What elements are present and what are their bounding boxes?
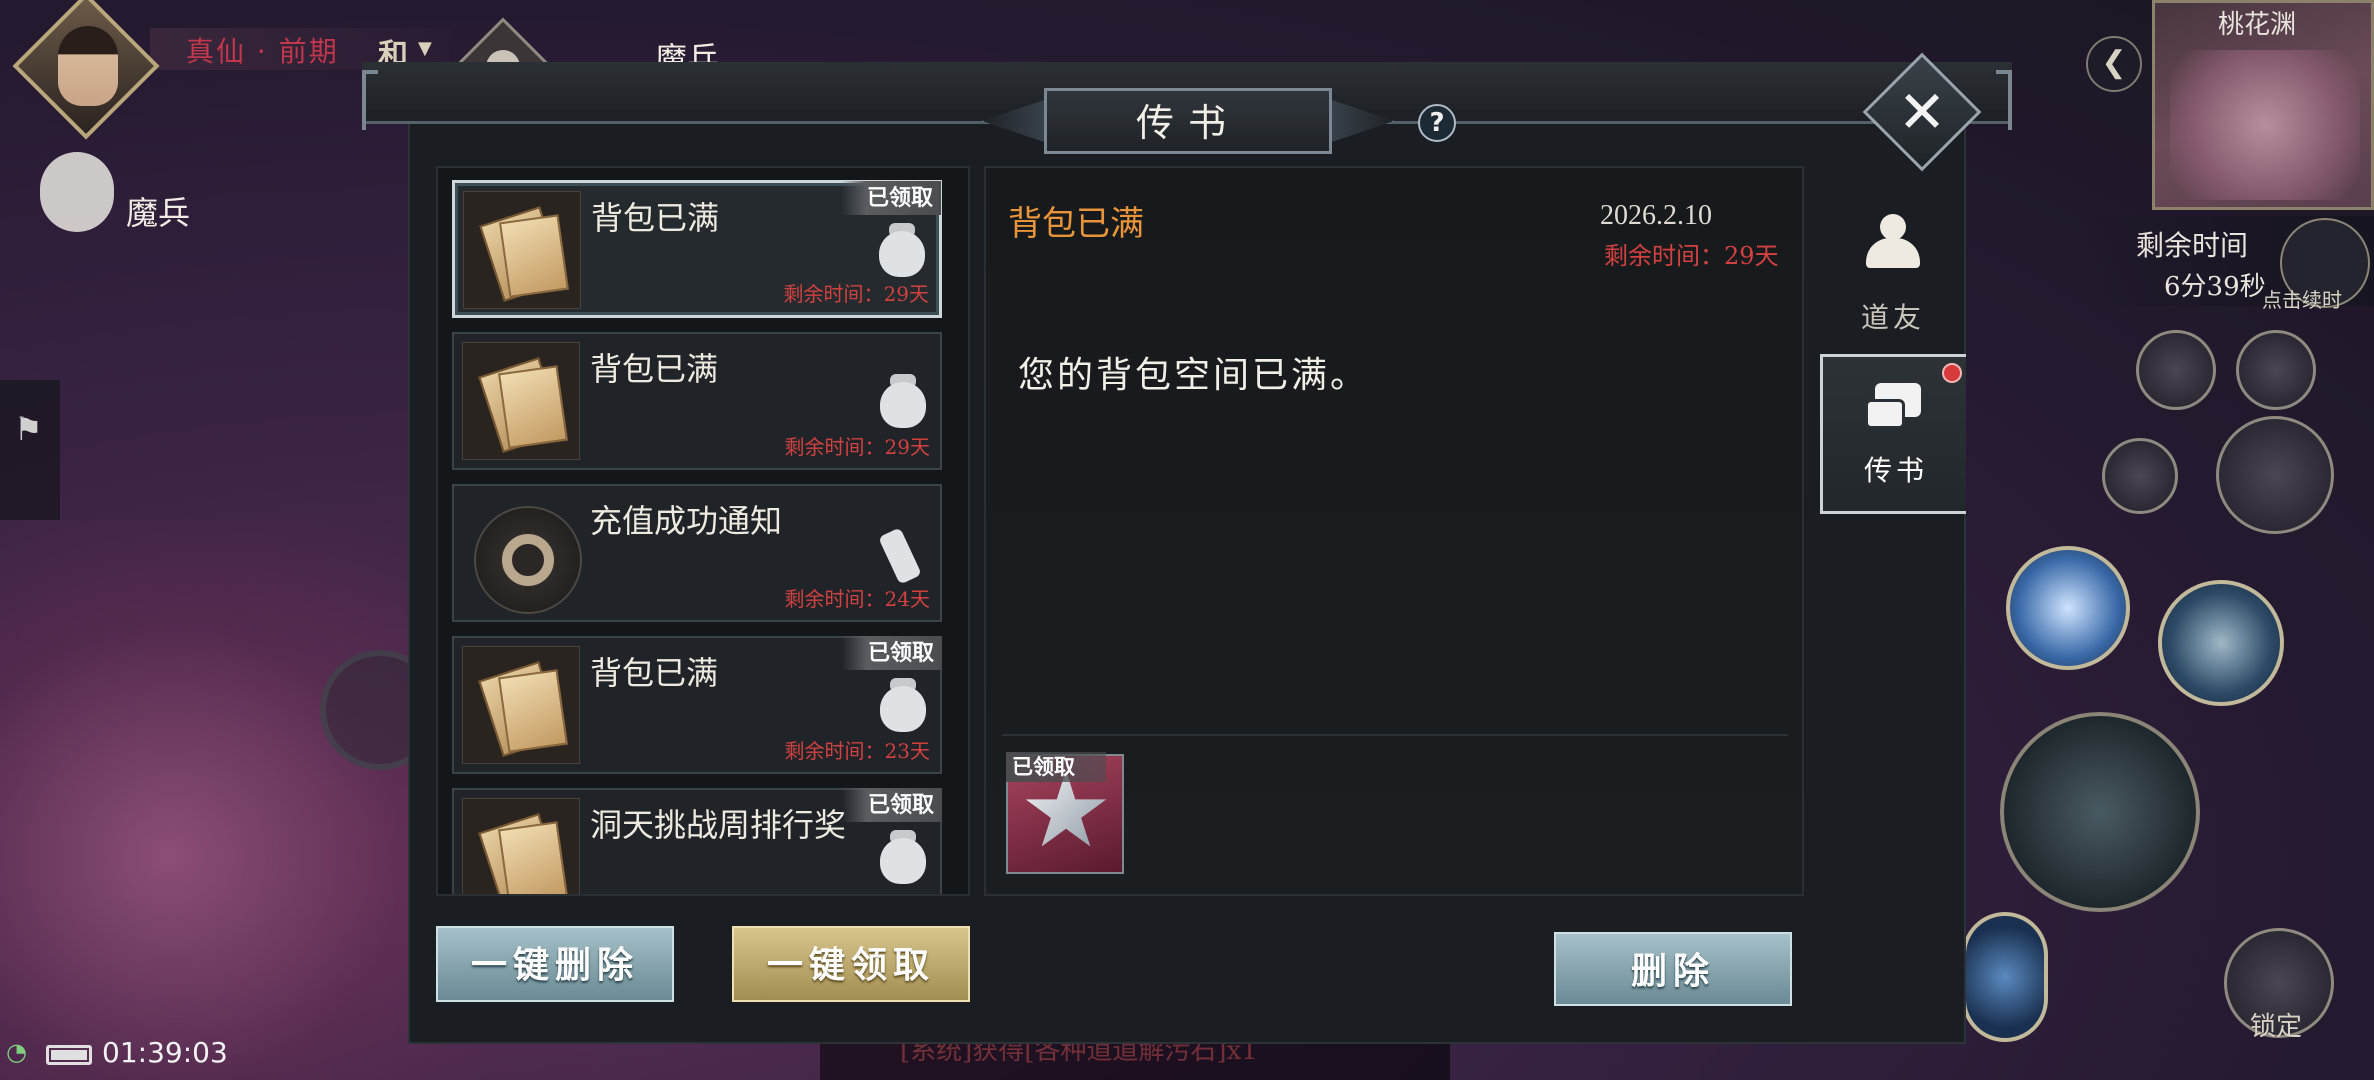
minimap-terrain	[2170, 50, 2360, 200]
letter-icon	[462, 646, 580, 764]
claimed-badge: 已领取	[842, 788, 942, 822]
side-panel-tab[interactable]	[0, 380, 60, 520]
tab-chuanshu-label: 传书	[1863, 454, 1928, 487]
detail-date: 2026.2.10	[1600, 200, 1712, 231]
sword-attack-icon[interactable]	[2000, 712, 2200, 912]
mail-list[interactable]: 背包已满 已领取 剩余时间：29天 背包已满 剩余时间：29天 充值成功通知 剩…	[436, 166, 970, 896]
bag-icon	[874, 830, 930, 886]
flag-icon: ⚑	[14, 410, 43, 448]
reward-claimed-badge: 已领取	[1006, 752, 1106, 782]
close-icon[interactable]: ✕	[1880, 70, 1964, 154]
bag-shortcut-icon[interactable]	[2136, 330, 2216, 410]
mail-item[interactable]: 充值成功通知 剩余时间：24天	[452, 484, 942, 622]
mail-title: 充值成功通知	[590, 502, 783, 540]
mail-title: 背包已满	[591, 199, 720, 237]
mail-item[interactable]: 背包已满 已领取 剩余时间：29天	[452, 180, 942, 318]
letter-icon	[462, 798, 580, 894]
tab-daoyou-label: 道友	[1860, 301, 1925, 334]
detail-divider	[1002, 734, 1788, 736]
clock: 01:39:03	[102, 1036, 228, 1069]
water-skill-icon[interactable]	[1962, 912, 2048, 1042]
claimed-badge: 已领取	[842, 636, 942, 670]
help-button[interactable]: ?	[1418, 104, 1456, 142]
minimap-title: 桃花渊	[2218, 10, 2297, 40]
mail-title: 背包已满	[590, 654, 719, 692]
claimed-badge: 已领取	[841, 181, 941, 215]
mail-remaining-time: 剩余时间：29天	[783, 282, 929, 306]
claim-all-button[interactable]: 一键领取	[732, 926, 970, 1002]
mail-title: 背包已满	[590, 350, 719, 388]
mail-title: 洞天挑战周排行奖	[590, 806, 847, 844]
tab-daoyou[interactable]: 道友	[1820, 186, 1966, 346]
mail-item[interactable]: 背包已满 剩余时间：29天	[452, 332, 942, 470]
wifi-icon: ◔	[6, 1038, 27, 1066]
chevron-down-icon[interactable]: ▼	[418, 38, 432, 59]
scroll-icon	[874, 526, 930, 585]
player-avatar[interactable]	[12, 0, 160, 140]
collapse-button[interactable]: ❮	[2086, 36, 2142, 92]
mail-remaining-time: 剩余时间：29天	[784, 435, 930, 459]
timer-label: 剩余时间	[2136, 229, 2249, 262]
lock-label: 锁定	[2250, 1012, 2303, 1042]
chat-bubble-icon	[1865, 377, 1927, 439]
spiral-skill-icon[interactable]	[2236, 330, 2316, 410]
person-icon	[1862, 208, 1924, 270]
chain-skill-icon[interactable]	[2158, 580, 2284, 706]
mail-remaining-time: 剩余时间：24天	[784, 587, 930, 611]
bag-icon	[874, 374, 930, 430]
avatar-portrait	[58, 26, 118, 106]
letter-icon	[462, 342, 580, 460]
mail-remaining-time: 剩余时间：23天	[784, 739, 930, 763]
extend-time-label: 点击续时	[2262, 288, 2342, 312]
mail-item[interactable]: 洞天挑战周排行奖 已领取	[452, 788, 942, 894]
detail-body: 您的背包空间已满。	[1018, 355, 1370, 396]
header-ornament-left	[362, 70, 378, 130]
notification-dot	[1942, 363, 1962, 383]
pet-icon[interactable]	[40, 152, 114, 232]
header-ornament-right	[1996, 70, 2012, 130]
realm-label: 真仙 · 前期	[186, 35, 339, 68]
tab-chuanshu[interactable]: 传书	[1820, 354, 1966, 514]
battery-level	[51, 1050, 87, 1060]
ice-skill-icon[interactable]	[2006, 546, 2130, 670]
delete-all-button[interactable]: 一键删除	[436, 926, 674, 1002]
timer-value: 6分39秒	[2164, 272, 2266, 302]
chevron-left-icon[interactable]	[2102, 438, 2178, 514]
dialog-title: 传书	[1135, 101, 1240, 145]
mail-item[interactable]: 背包已满 已领取 剩余时间：23天	[452, 636, 942, 774]
detail-title: 背包已满	[1008, 204, 1144, 244]
gear-icon	[462, 494, 582, 614]
detail-remaining-time: 剩余时间：29天	[1604, 242, 1779, 270]
bag-icon	[873, 223, 929, 279]
bag-icon	[874, 678, 930, 734]
pet-name: 魔兵	[126, 194, 191, 232]
taiji-skill-icon[interactable]	[2216, 416, 2334, 534]
delete-button[interactable]: 删除	[1554, 932, 1792, 1006]
letter-icon	[463, 191, 581, 309]
